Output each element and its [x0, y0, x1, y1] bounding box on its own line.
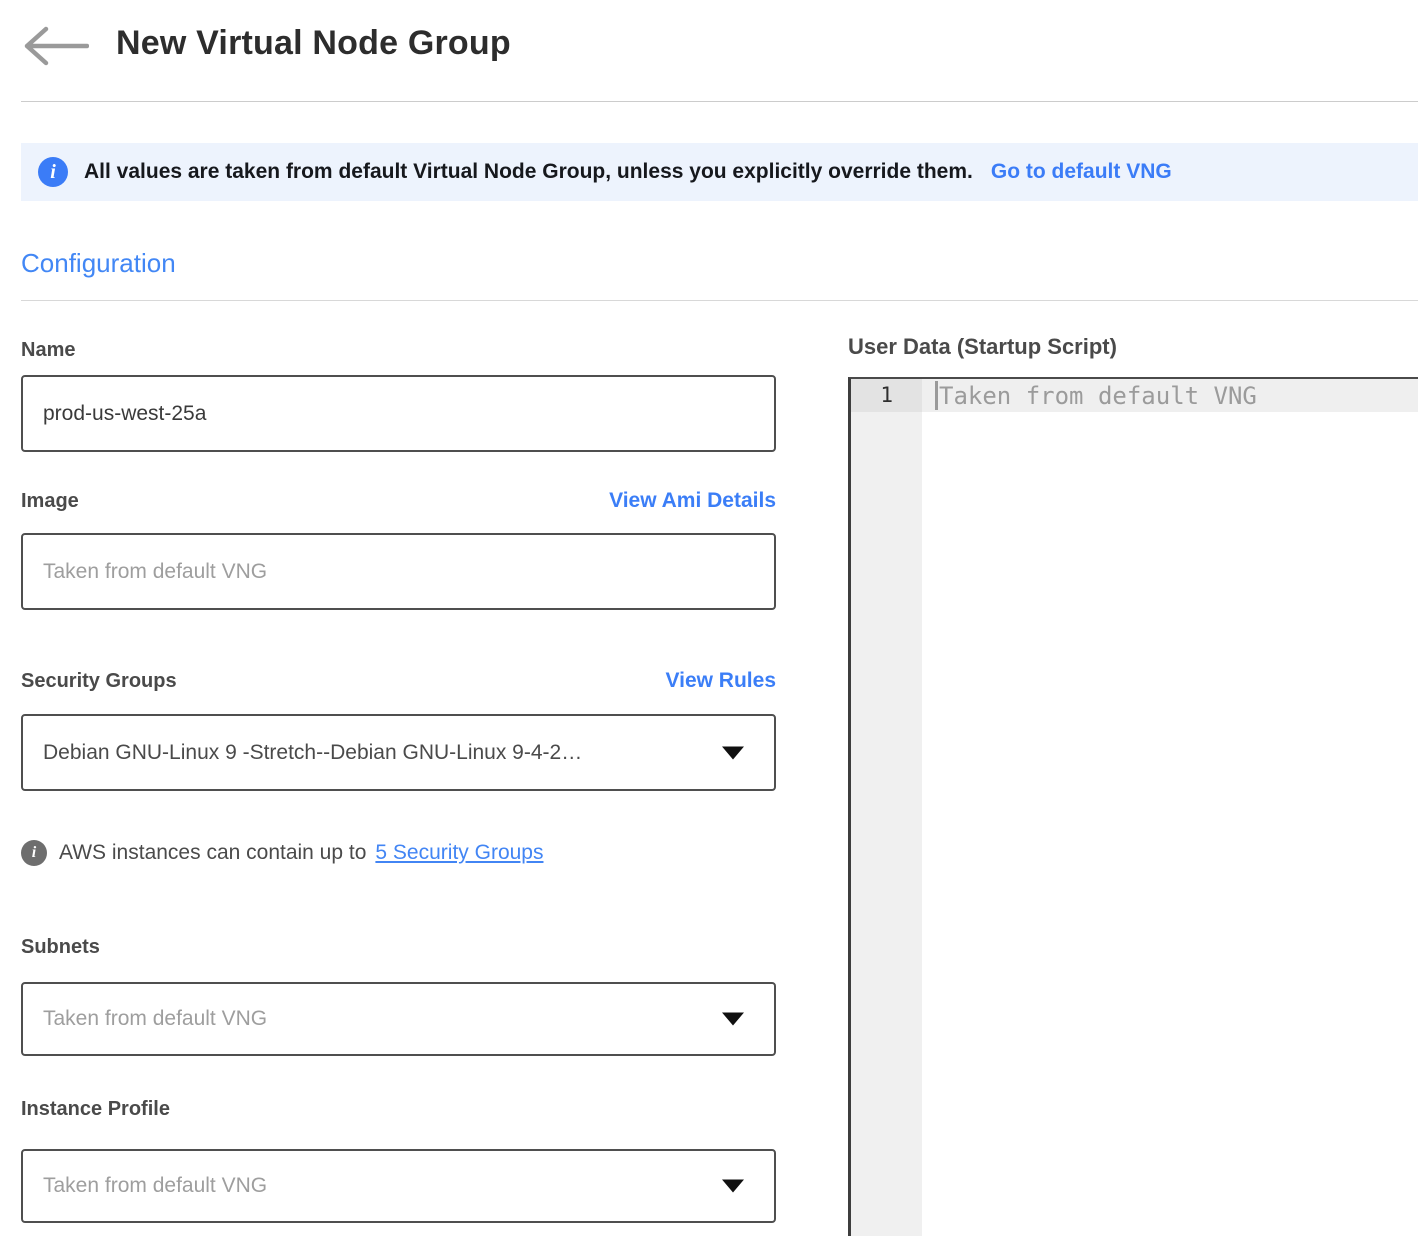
editor-line-number: 1	[851, 379, 922, 412]
note-text: AWS instances can contain up to	[59, 841, 366, 865]
editor-placeholder-text: Taken from default VNG	[939, 382, 1257, 410]
editor-line-content[interactable]: Taken from default VNG	[922, 379, 1418, 412]
editor-active-line: 1 Taken from default VNG	[851, 379, 1418, 412]
security-groups-label-row: Security Groups View Rules	[21, 669, 776, 693]
caret-down-icon	[722, 1013, 744, 1026]
security-groups-note: i AWS instances can contain up to 5 Secu…	[21, 840, 543, 866]
text-cursor	[935, 381, 938, 410]
instance-profile-label: Instance Profile	[21, 1098, 170, 1121]
info-icon: i	[38, 157, 68, 187]
banner-text: All values are taken from default Virtua…	[84, 160, 973, 184]
go-to-default-vng-link[interactable]: Go to default VNG	[991, 160, 1172, 184]
security-groups-label: Security Groups	[21, 670, 177, 693]
configuration-section-title: Configuration	[21, 248, 176, 279]
view-rules-link[interactable]: View Rules	[666, 669, 777, 693]
five-security-groups-link[interactable]: 5 Security Groups	[375, 841, 543, 865]
new-vng-page: New Virtual Node Group i All values are …	[0, 0, 1418, 1236]
header-divider	[21, 101, 1418, 102]
name-label: Name	[21, 339, 75, 362]
name-input[interactable]	[21, 375, 776, 452]
image-label-row: Image View Ami Details	[21, 489, 776, 513]
security-groups-selected-value: Debian GNU-Linux 9 -Stretch--Debian GNU-…	[43, 741, 582, 765]
back-button[interactable]	[21, 26, 89, 66]
image-label: Image	[21, 490, 79, 513]
caret-down-icon	[722, 746, 744, 759]
info-banner: i All values are taken from default Virt…	[21, 143, 1418, 201]
caret-down-icon	[722, 1180, 744, 1193]
view-ami-details-link[interactable]: View Ami Details	[609, 489, 776, 513]
info-icon: i	[21, 840, 47, 866]
user-data-editor[interactable]: 1 Taken from default VNG	[848, 377, 1418, 1236]
page-title: New Virtual Node Group	[116, 24, 511, 63]
user-data-label: User Data (Startup Script)	[848, 334, 1117, 360]
configuration-divider	[21, 300, 1418, 301]
instance-profile-placeholder: Taken from default VNG	[43, 1174, 267, 1198]
security-groups-select[interactable]: Debian GNU-Linux 9 -Stretch--Debian GNU-…	[21, 714, 776, 791]
image-input[interactable]	[21, 533, 776, 610]
subnets-label: Subnets	[21, 936, 100, 959]
subnets-select[interactable]: Taken from default VNG	[21, 982, 776, 1056]
editor-gutter	[851, 379, 922, 1236]
instance-profile-select[interactable]: Taken from default VNG	[21, 1149, 776, 1223]
subnets-placeholder: Taken from default VNG	[43, 1007, 267, 1031]
arrow-left-icon	[21, 54, 89, 69]
